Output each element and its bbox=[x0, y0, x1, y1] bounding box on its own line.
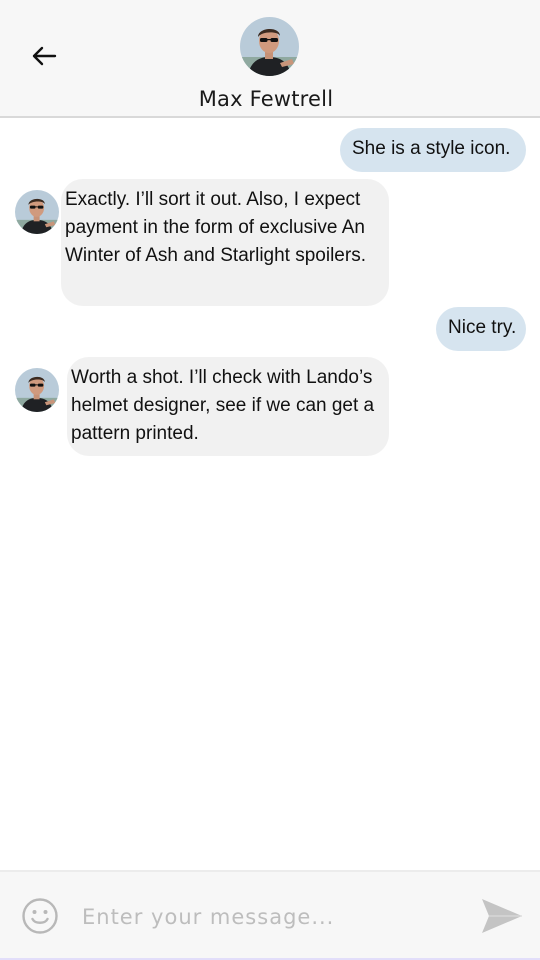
incoming-message: Worth a shot. I’ll check with Lando’s he… bbox=[67, 357, 389, 456]
message-text: She is a style icon. bbox=[352, 138, 511, 159]
arrow-left-icon bbox=[32, 46, 57, 66]
smiley-face-icon bbox=[22, 898, 58, 934]
message-text: Nice try. bbox=[448, 317, 517, 338]
contact-name: Max Fewtrell bbox=[198, 87, 334, 111]
outgoing-message: She is a style icon. bbox=[340, 128, 526, 172]
sender-avatar[interactable] bbox=[15, 190, 59, 234]
contact-avatar[interactable] bbox=[240, 17, 299, 76]
send-button[interactable] bbox=[480, 896, 524, 936]
outgoing-message: Nice try. bbox=[436, 307, 526, 351]
message-composer bbox=[0, 870, 540, 960]
back-button[interactable] bbox=[28, 40, 60, 72]
message-list: She is a style icon. Exactly. I’ll sort … bbox=[0, 118, 540, 870]
emoji-button[interactable] bbox=[21, 897, 59, 935]
sender-avatar[interactable] bbox=[15, 368, 59, 412]
incoming-message: Exactly. I’ll sort it out. Also, I expec… bbox=[61, 179, 389, 306]
paper-plane-icon bbox=[482, 899, 522, 933]
chat-screen: Max Fewtrell She is a style icon. Exactl… bbox=[0, 0, 540, 960]
message-text: Exactly. I’ll sort it out. Also, I expec… bbox=[65, 189, 366, 266]
message-text: Worth a shot. I’ll check with Lando’s he… bbox=[71, 367, 375, 444]
chat-header: Max Fewtrell bbox=[0, 0, 540, 118]
message-input[interactable] bbox=[80, 898, 464, 936]
